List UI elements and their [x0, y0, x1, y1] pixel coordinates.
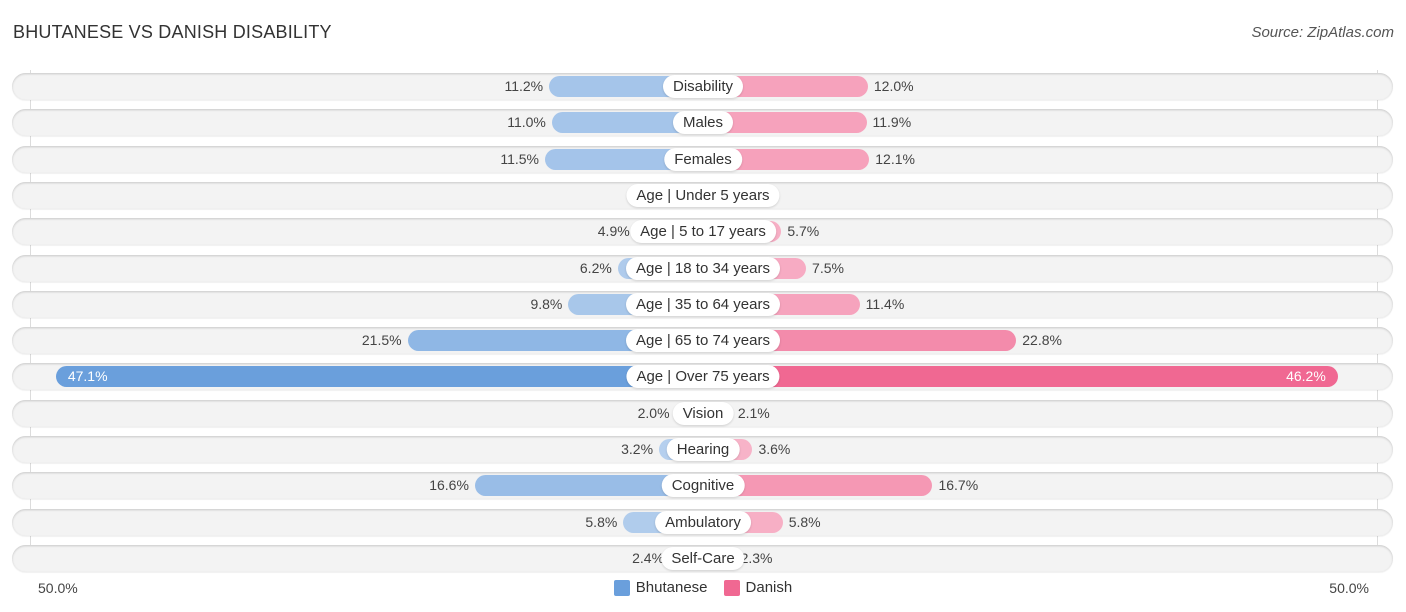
value-label-bhutanese: 47.1% — [67, 368, 108, 385]
category-label: Vision — [672, 401, 734, 425]
value-label-bhutanese: 6.2% — [579, 259, 612, 276]
category-label: Ambulatory — [655, 510, 751, 534]
value-label-danish: 46.2% — [1286, 368, 1326, 385]
category-label: Females — [664, 147, 742, 171]
legend: Bhutanese Danish — [0, 579, 1406, 596]
value-label-danish: 12.0% — [873, 78, 914, 94]
value-label-bhutanese: 2.0% — [637, 404, 670, 421]
legend-item-danish: Danish — [723, 579, 793, 596]
category-label: Males — [672, 111, 734, 135]
value-label-bhutanese: 11.5% — [500, 150, 539, 167]
chart-title: BHUTANESE VS DANISH DISABILITY — [13, 22, 332, 42]
value-label-danish: 2.3% — [740, 549, 773, 566]
value-label-bhutanese: 3.2% — [621, 441, 654, 457]
bar-bhutanese — [55, 366, 703, 388]
category-label: Age | 35 to 64 years — [626, 292, 780, 316]
value-label-bhutanese: 4.9% — [597, 223, 630, 240]
value-label-danish: 2.1% — [737, 404, 770, 421]
legend-swatch-danish — [723, 579, 740, 596]
category-label: Hearing — [666, 438, 740, 461]
value-label-bhutanese: 11.2% — [504, 78, 544, 94]
legend-label-danish: Danish — [745, 579, 793, 596]
legend-swatch-bhutanese — [613, 579, 630, 596]
value-label-danish: 22.8% — [1022, 332, 1062, 349]
category-label: Disability — [662, 75, 744, 98]
value-label-bhutanese: 21.5% — [361, 332, 402, 349]
value-label-danish: 7.5% — [812, 259, 844, 276]
value-label-danish: 3.6% — [758, 441, 791, 457]
category-label: Age | 18 to 34 years — [626, 256, 780, 280]
value-label-danish: 5.8% — [788, 513, 821, 530]
value-label-bhutanese: 5.8% — [585, 513, 618, 530]
category-label: Age | Under 5 years — [626, 183, 780, 207]
value-label-bhutanese: 2.4% — [632, 549, 665, 566]
legend-label-bhutanese: Bhutanese — [635, 579, 708, 596]
category-label: Age | 5 to 17 years — [630, 220, 776, 244]
value-label-bhutanese: 16.6% — [429, 477, 469, 494]
value-label-danish: 5.7% — [787, 223, 820, 240]
value-label-bhutanese: 11.0% — [507, 114, 546, 131]
category-label: Self-Care — [661, 546, 745, 570]
category-label: Age | Over 75 years — [626, 365, 780, 389]
value-label-danish: 12.1% — [875, 150, 915, 167]
value-label-danish: 16.7% — [938, 477, 979, 494]
value-label-danish: 11.4% — [865, 295, 905, 312]
legend-item-bhutanese: Bhutanese — [613, 579, 708, 596]
bar-danish — [703, 366, 1338, 388]
value-label-bhutanese: 9.8% — [530, 295, 563, 312]
category-label: Age | 65 to 74 years — [626, 329, 780, 353]
category-label: Cognitive — [661, 474, 745, 498]
source-label: Source: ZipAtlas.com — [1251, 24, 1394, 41]
value-label-danish: 11.9% — [872, 114, 912, 131]
